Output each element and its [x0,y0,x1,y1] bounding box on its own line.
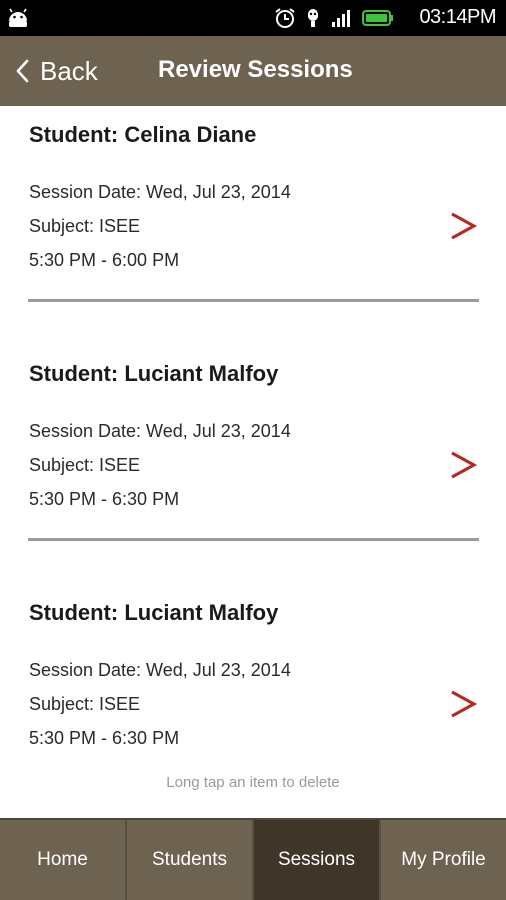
student-name: Student: Celina Diane [29,122,257,147]
session-subject: Subject: ISEE [29,455,141,475]
session-date: Session Date: Wed, Jul 23, 2014 [29,182,291,202]
bottom-tab-bar: Home Students Sessions My Profile [0,818,506,900]
page-title: Review Sessions [158,56,353,83]
session-time: 5:30 PM - 6:00 PM [29,250,180,270]
battery-icon [362,10,393,26]
session-date: Session Date: Wed, Jul 23, 2014 [29,421,291,441]
back-button[interactable]: Back [14,48,98,94]
sessions-list: Student: Celina Diane Session Date: Wed,… [0,106,506,818]
divider [28,299,479,302]
session-subject: Subject: ISEE [29,216,141,236]
title-bar: Back Review Sessions [0,36,506,106]
session-item[interactable]: Student: Luciant Malfoy Session Date: We… [0,345,506,583]
session-date: Session Date: Wed, Jul 23, 2014 [29,660,291,680]
session-subject: Subject: ISEE [29,694,141,714]
student-name: Student: Luciant Malfoy [29,361,279,386]
alarm-icon [275,8,295,28]
chevron-right-icon[interactable] [448,684,478,724]
session-time: 5:30 PM - 6:30 PM [29,489,180,509]
chevron-left-icon [16,59,29,83]
status-bar: 03:14PM [0,0,506,36]
chevron-right-icon[interactable] [448,206,478,246]
status-time: 03:14PM [419,6,496,28]
tab-my-profile[interactable]: My Profile [381,820,506,900]
tab-students[interactable]: Students [127,820,254,900]
delete-hint: Long tap an item to delete [166,774,340,791]
chevron-right-icon[interactable] [448,445,478,485]
divider [28,538,479,541]
session-item[interactable]: Student: Celina Diane Session Date: Wed,… [0,106,506,344]
signal-icon [332,10,350,27]
tab-home[interactable]: Home [0,820,127,900]
tab-sessions[interactable]: Sessions [254,820,381,900]
back-label: Back [40,55,98,86]
student-name: Student: Luciant Malfoy [29,600,279,625]
usb-icon [308,9,318,27]
android-icon [9,8,27,27]
session-time: 5:30 PM - 6:30 PM [29,728,180,748]
